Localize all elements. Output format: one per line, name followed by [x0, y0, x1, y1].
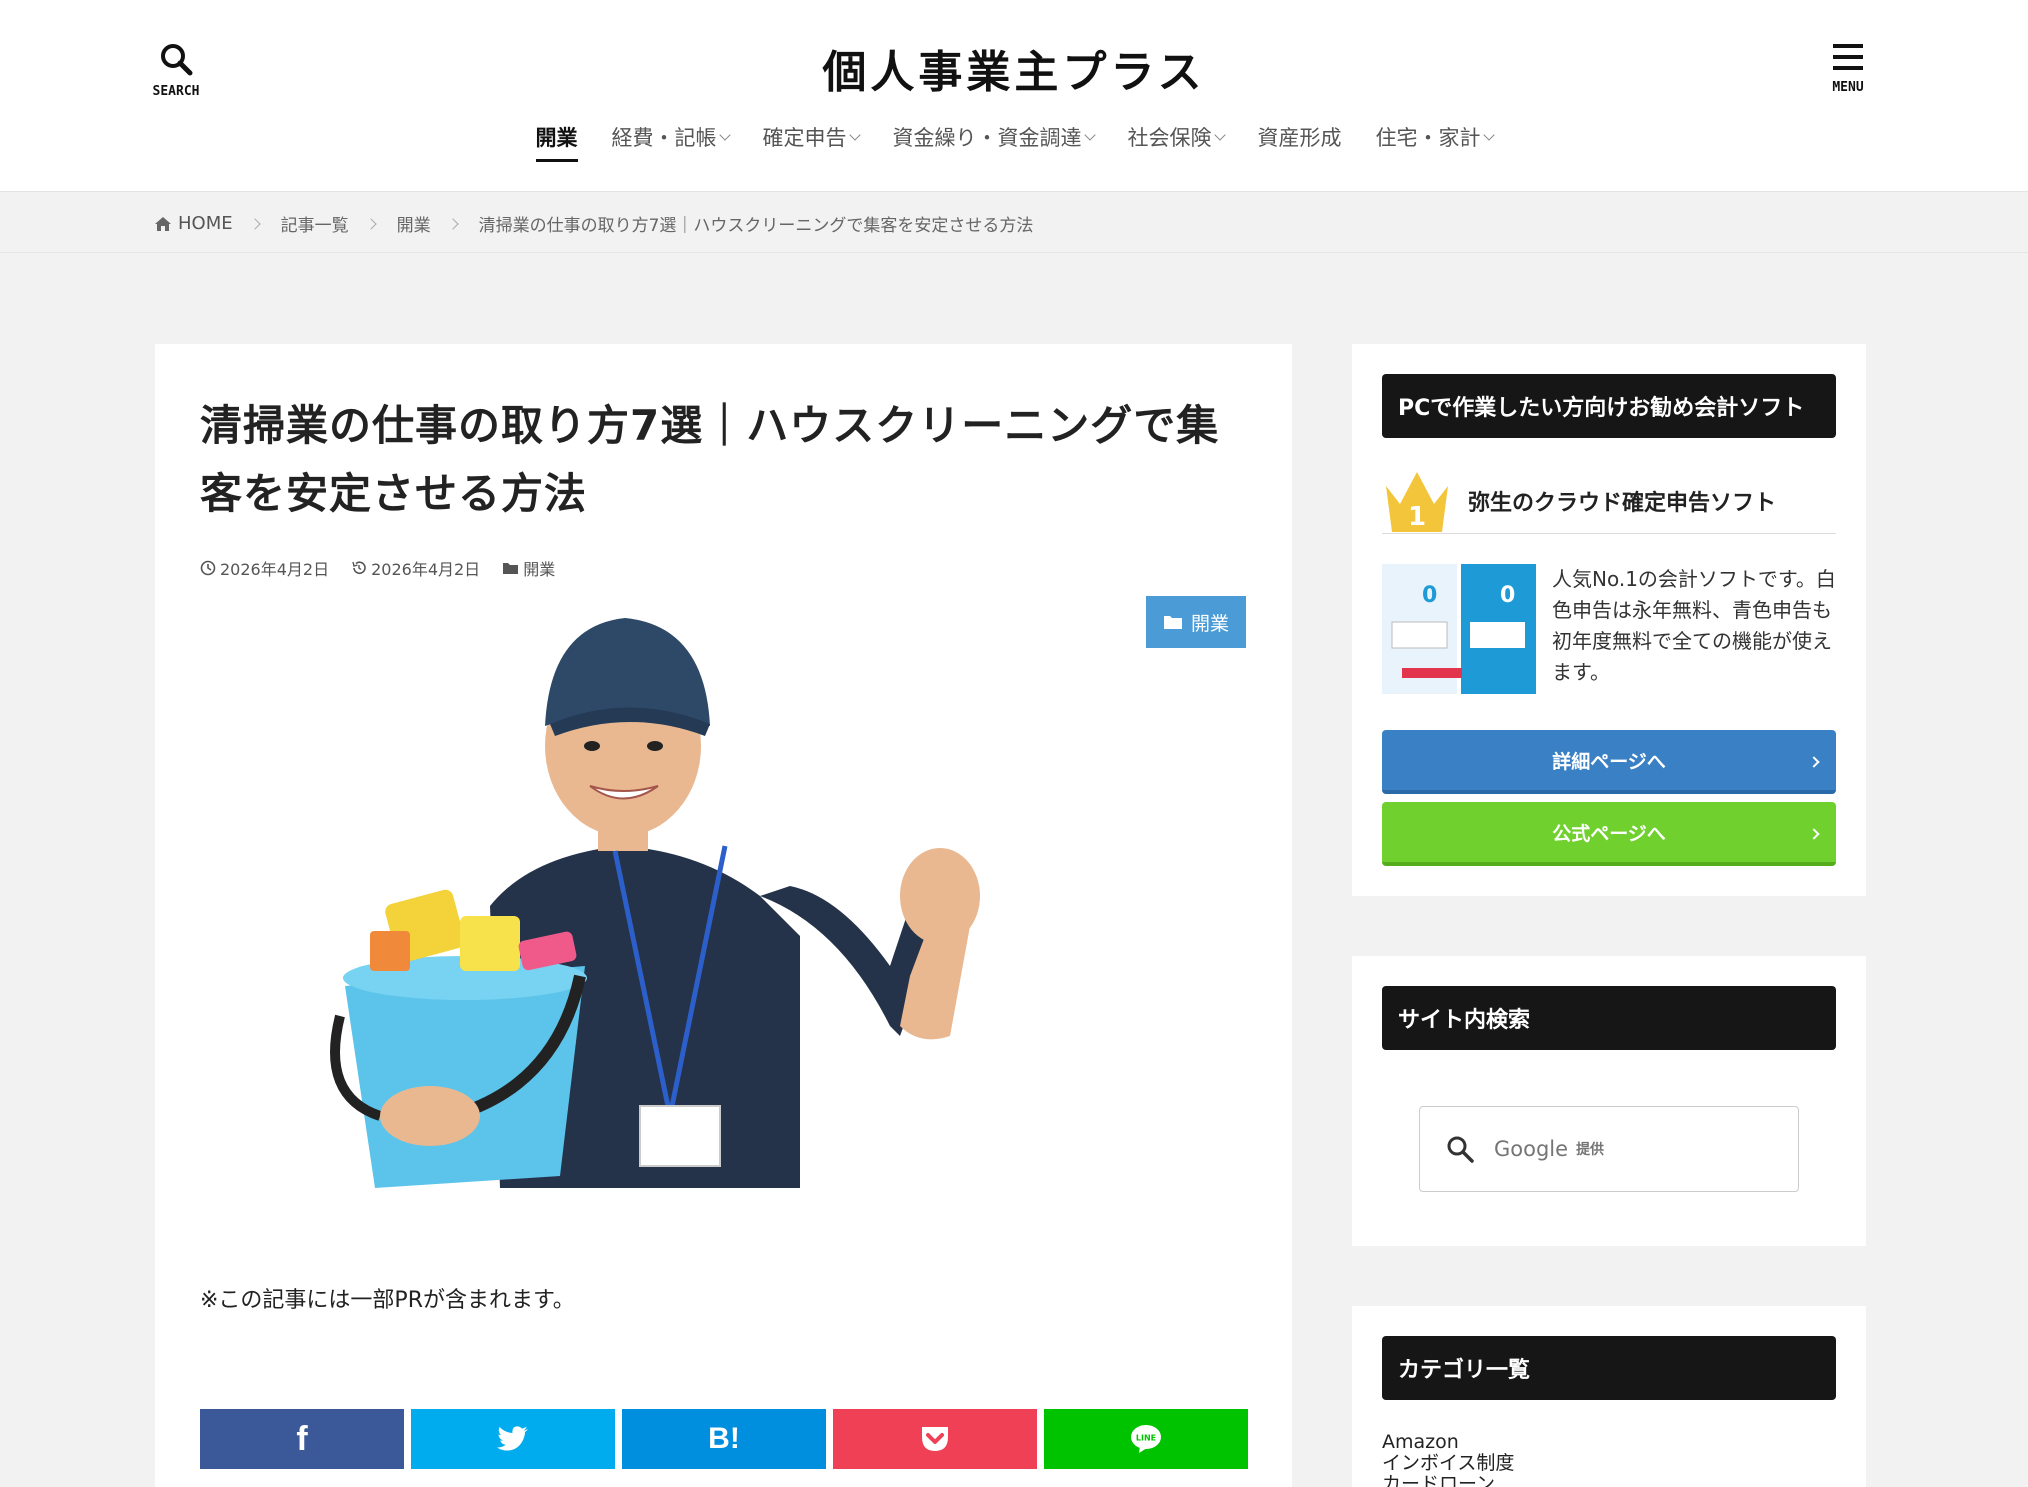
category-list: Amazon インボイス制度 カードローン [1382, 1432, 1514, 1487]
nav-item[interactable]: 確定申告 [746, 118, 876, 170]
nav-item-label: 社会保険 [1127, 126, 1212, 150]
official-button-label: 公式ページへ [1552, 822, 1666, 845]
chevron-down-icon [1213, 129, 1226, 141]
article-title: 清掃業の仕事の取り方7選｜ハウスクリーニングで集客を安定させる方法 [200, 401, 1220, 518]
chevron-down-icon [1083, 129, 1096, 141]
published-date-text: 2026年4月2日 [220, 560, 330, 579]
nav-item[interactable]: 社会保険 [1111, 118, 1241, 170]
chevron-right-icon [364, 217, 377, 230]
hatena-icon: B! [708, 1422, 740, 1455]
recommended-software-widget: PCで作業したい方向けお勧め会計ソフト 1 弥生のクラウド確定申告ソフト 00 … [1352, 344, 1866, 896]
breadcrumb-item[interactable]: 記事一覧 [281, 211, 349, 236]
chevron-down-icon [848, 129, 861, 141]
breadcrumb-home-label: HOME [178, 213, 233, 234]
nav-item-label: 資金繰り・資金調達 [892, 126, 1082, 150]
facebook-icon: f [296, 1419, 308, 1458]
chevron-right-icon [248, 217, 261, 230]
menu-label: MENU [1832, 80, 1864, 95]
published-date: 2026年4月2日 [200, 556, 329, 580]
category-item[interactable]: カードローン [1382, 1474, 1514, 1487]
twitter-share-button[interactable] [411, 1409, 615, 1469]
chevron-down-icon [718, 129, 731, 141]
chevron-right-icon [446, 217, 459, 230]
search-icon [1447, 1136, 1474, 1163]
article-category-link[interactable]: 開業 [502, 556, 555, 580]
category-badge[interactable]: 開業 [1146, 596, 1246, 648]
share-buttons: f B! LINE [200, 1409, 1248, 1469]
site-header: SEARCH 個人事業主プラス MENU 開業 経費・記帳 確定申告 資金繰り・資金調… [0, 0, 2028, 192]
nav-item-label: 経費・記帳 [611, 126, 717, 150]
nav-item[interactable]: 住宅・家計 [1359, 118, 1510, 170]
folder-icon [503, 563, 519, 574]
widget-heading: カテゴリ一覧 [1382, 1336, 1836, 1400]
software-name[interactable]: 弥生のクラウド確定申告ソフト [1468, 485, 1776, 517]
updated-date: 2026年4月2日 [351, 556, 480, 580]
article-card: 清掃業の仕事の取り方7選｜ハウスクリーニングで集客を安定させる方法 2026年4… [155, 344, 1292, 1487]
software-description: 人気No.1の会計ソフトです。白色申告は永年無料、青色申告も初年度無料で全ての機… [1552, 567, 1836, 684]
line-icon: LINE [1131, 1425, 1161, 1453]
rank-row: 1 弥生のクラウド確定申告ソフト [1382, 468, 1836, 534]
nav-item-label: 資産形成 [1257, 126, 1342, 150]
svg-text:LINE: LINE [1136, 1434, 1156, 1443]
hamburger-icon [1833, 44, 1863, 70]
nav-item-label: 確定申告 [762, 126, 847, 150]
svg-text:0: 0 [1422, 583, 1437, 608]
svg-text:0: 0 [1500, 583, 1515, 608]
nav-item[interactable]: 資金繰り・資金調達 [876, 118, 1111, 170]
line-share-button[interactable]: LINE [1044, 1409, 1248, 1469]
detail-page-button[interactable]: 詳細ページへ [1382, 730, 1836, 794]
google-placeholder: Google [1494, 1137, 1569, 1161]
global-nav: 開業 経費・記帳 確定申告 資金繰り・資金調達 社会保険 資産形成 住宅・家計 [0, 118, 2028, 170]
google-search-input[interactable]: Google 提供 [1419, 1106, 1799, 1192]
menu-button[interactable]: MENU [1818, 42, 1878, 95]
google-provider-label: 提供 [1576, 1142, 1605, 1158]
software-banner-image[interactable]: 00 [1382, 564, 1536, 694]
nav-item-label: 住宅・家計 [1375, 126, 1481, 150]
hatena-share-button[interactable]: B! [622, 1409, 826, 1469]
pocket-icon [922, 1427, 948, 1451]
pr-disclaimer: ※この記事には一部PRが含まれます。 [200, 1288, 575, 1313]
cleaner-illustration [200, 596, 1247, 1188]
nav-item[interactable]: 経費・記帳 [595, 118, 746, 170]
nav-item-label: 開業 [535, 126, 578, 150]
nav-item[interactable]: 資産形成 [1241, 118, 1359, 170]
category-item[interactable]: インボイス制度 [1382, 1453, 1514, 1474]
detail-button-label: 詳細ページへ [1552, 750, 1666, 773]
breadcrumb-item[interactable]: 開業 [397, 211, 431, 236]
eyecatch-image [200, 596, 1247, 1188]
breadcrumb-home[interactable]: HOME [154, 213, 233, 234]
official-page-button[interactable]: 公式ページへ [1382, 802, 1836, 866]
crown-icon: 1 [1386, 471, 1448, 532]
twitter-bird-icon [497, 1426, 528, 1451]
article-meta: 2026年4月2日 2026年4月2日 開業 [200, 556, 555, 580]
category-list-widget: カテゴリ一覧 Amazon インボイス制度 カードローン [1352, 1306, 1866, 1487]
site-title[interactable]: 個人事業主プラス [0, 36, 2028, 100]
site-search-widget: サイト内検索 Google 提供 [1352, 956, 1866, 1246]
chevron-right-icon [1808, 828, 1820, 840]
chevron-right-icon [1808, 756, 1820, 768]
updated-date-text: 2026年4月2日 [371, 560, 481, 579]
category-badge-label: 開業 [1190, 612, 1229, 635]
rank-number: 1 [1408, 502, 1426, 532]
home-icon [155, 216, 171, 231]
clock-icon [200, 560, 216, 576]
widget-heading: サイト内検索 [1382, 986, 1836, 1050]
folder-icon [1163, 616, 1182, 629]
chevron-down-icon [1482, 129, 1495, 141]
nav-item[interactable]: 開業 [519, 118, 595, 170]
facebook-share-button[interactable]: f [200, 1409, 404, 1469]
article-category-text: 開業 [523, 560, 556, 579]
breadcrumb-current: 清掃業の仕事の取り方7選｜ハウスクリーニングで集客を安定させる方法 [478, 216, 1034, 236]
category-item[interactable]: Amazon [1382, 1432, 1514, 1453]
pocket-share-button[interactable] [833, 1409, 1037, 1469]
breadcrumb: HOME 記事一覧 開業 清掃業の仕事の取り方7選｜ハウスクリーニングで集客を安… [0, 193, 2028, 253]
widget-heading: PCで作業したい方向けお勧め会計ソフト [1382, 374, 1836, 438]
history-icon [352, 561, 366, 574]
